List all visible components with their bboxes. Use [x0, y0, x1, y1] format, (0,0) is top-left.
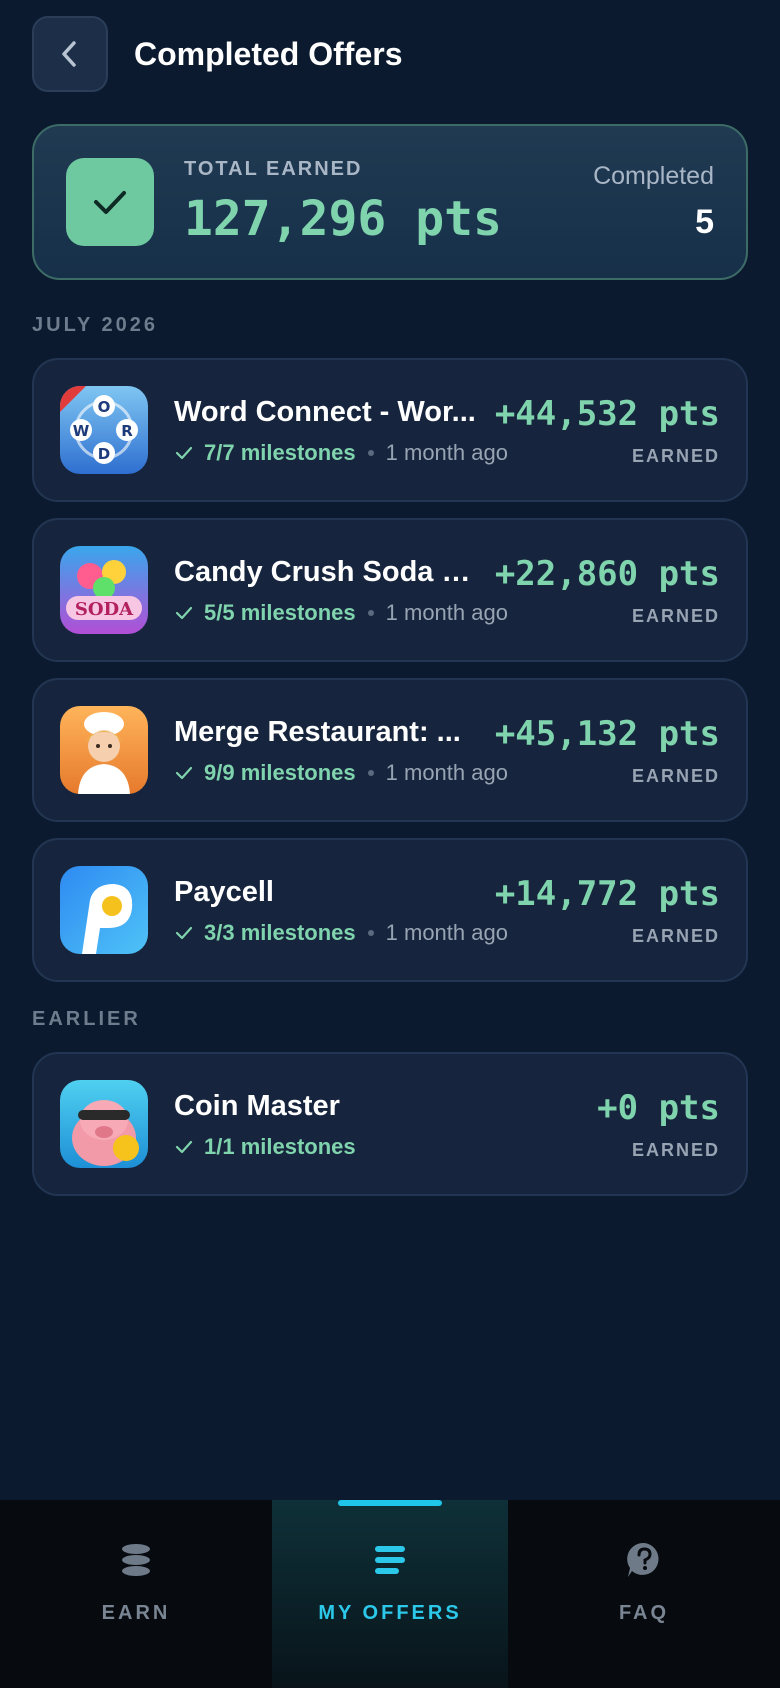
offer-card-coin-master[interactable]: Coin Master 1/1 milestones +0 pts EARNED	[32, 1052, 748, 1196]
completed-block: Completed 5	[593, 162, 714, 242]
completed-time: 1 month ago	[385, 760, 508, 785]
word-connect-app-icon: O W R D	[60, 386, 148, 474]
offer-points: +22,860 pts	[494, 554, 720, 594]
check-icon	[94, 191, 126, 214]
earned-label: EARNED	[631, 606, 720, 626]
coin-master-app-icon	[60, 1080, 148, 1168]
completed-time: 1 month ago	[385, 920, 508, 945]
total-earned-block: TOTAL EARNED 127,296 pts	[184, 158, 593, 247]
completed-time: 1 month ago	[385, 600, 508, 625]
bottom-nav: EARN MY OFFERS FAQ	[0, 1500, 780, 1688]
completed-time: 1 month ago	[385, 440, 508, 465]
merge-restaurant-app-icon	[60, 706, 148, 794]
nav-label-my-offers: MY OFFERS	[318, 1602, 462, 1624]
offer-meta: 7/7 milestones 1 month ago	[174, 440, 508, 466]
check-icon	[175, 926, 193, 940]
check-icon	[175, 606, 193, 620]
help-icon	[627, 1542, 659, 1577]
earned-label: EARNED	[631, 446, 720, 466]
offer-card-word-connect[interactable]: O W R D Word Connect - Wor... 7/7 milest…	[32, 358, 748, 502]
offer-name: Word Connect - Wor...	[174, 396, 476, 428]
earnings-summary-card: TOTAL EARNED 127,296 pts Completed 5	[32, 124, 748, 280]
candy-crush-soda-app-icon: SODA	[60, 546, 148, 634]
offer-points: +0 pts	[597, 1088, 720, 1128]
separator-dot	[367, 770, 374, 776]
milestones-count: 1/1 milestones	[204, 1134, 356, 1159]
nav-item-earn[interactable]: EARN	[0, 1500, 272, 1688]
offer-card-paycell[interactable]: Paycell 3/3 milestones 1 month ago +14,7…	[32, 838, 748, 982]
back-button[interactable]	[32, 16, 108, 92]
offer-points: +45,132 pts	[494, 714, 720, 754]
milestones-count: 3/3 milestones	[204, 920, 356, 945]
svg-text:D: D	[98, 445, 110, 463]
milestones-count: 9/9 milestones	[204, 760, 356, 785]
completed-label: Completed	[593, 162, 714, 190]
nav-item-my-offers[interactable]: MY OFFERS	[272, 1500, 508, 1688]
total-earned-value: 127,296 pts	[184, 190, 502, 247]
offer-meta: 5/5 milestones 1 month ago	[174, 600, 508, 626]
offer-card-merge-restaurant[interactable]: Merge Restaurant: ... 9/9 milestones 1 m…	[32, 678, 748, 822]
offer-name: Paycell	[174, 876, 274, 908]
list-icon	[375, 1546, 405, 1574]
earned-label: EARNED	[631, 1140, 720, 1160]
offer-name: Coin Master	[174, 1090, 340, 1122]
offer-meta: 1/1 milestones	[174, 1134, 356, 1160]
nav-item-faq[interactable]: FAQ	[508, 1500, 780, 1688]
earned-label: EARNED	[631, 766, 720, 786]
offer-points: +44,532 pts	[494, 394, 720, 434]
check-icon	[175, 766, 193, 780]
offer-card-candy-crush-soda[interactable]: SODA Candy Crush Soda S... 5/5 milestone…	[32, 518, 748, 662]
header: Completed Offers	[32, 16, 748, 92]
offer-name: Candy Crush Soda S...	[174, 556, 479, 588]
nav-label-faq: FAQ	[618, 1602, 670, 1624]
paycell-app-icon	[60, 866, 148, 954]
svg-text:W: W	[73, 422, 90, 440]
stack-icon	[122, 1544, 150, 1576]
offer-name: Merge Restaurant: ...	[174, 716, 461, 748]
section-label-earlier: EARLIER	[32, 1008, 141, 1030]
check-tile	[66, 158, 154, 246]
separator-dot	[367, 450, 374, 456]
completed-count: 5	[695, 203, 714, 241]
separator-dot	[367, 930, 374, 936]
page: Completed Offers TOTAL EARNED 127,296 pt…	[0, 0, 780, 1688]
total-earned-label: TOTAL EARNED	[184, 157, 363, 180]
check-icon	[175, 1140, 193, 1154]
offer-meta: 3/3 milestones 1 month ago	[174, 920, 508, 946]
active-tab-indicator	[338, 1500, 442, 1506]
chevron-left-icon	[62, 41, 76, 67]
nav-label-earn: EARN	[101, 1602, 171, 1624]
svg-text:SODA: SODA	[75, 599, 134, 620]
svg-text:O: O	[98, 398, 111, 416]
page-title: Completed Offers	[134, 35, 403, 72]
separator-dot	[367, 610, 374, 616]
earned-label: EARNED	[631, 926, 720, 946]
milestones-count: 7/7 milestones	[204, 440, 356, 465]
milestones-count: 5/5 milestones	[204, 600, 356, 625]
section-label-july-2026: JULY 2026	[32, 314, 158, 336]
offer-points: +14,772 pts	[494, 874, 720, 914]
check-icon	[175, 446, 193, 460]
svg-text:R: R	[121, 422, 133, 440]
offer-meta: 9/9 milestones 1 month ago	[174, 760, 508, 786]
